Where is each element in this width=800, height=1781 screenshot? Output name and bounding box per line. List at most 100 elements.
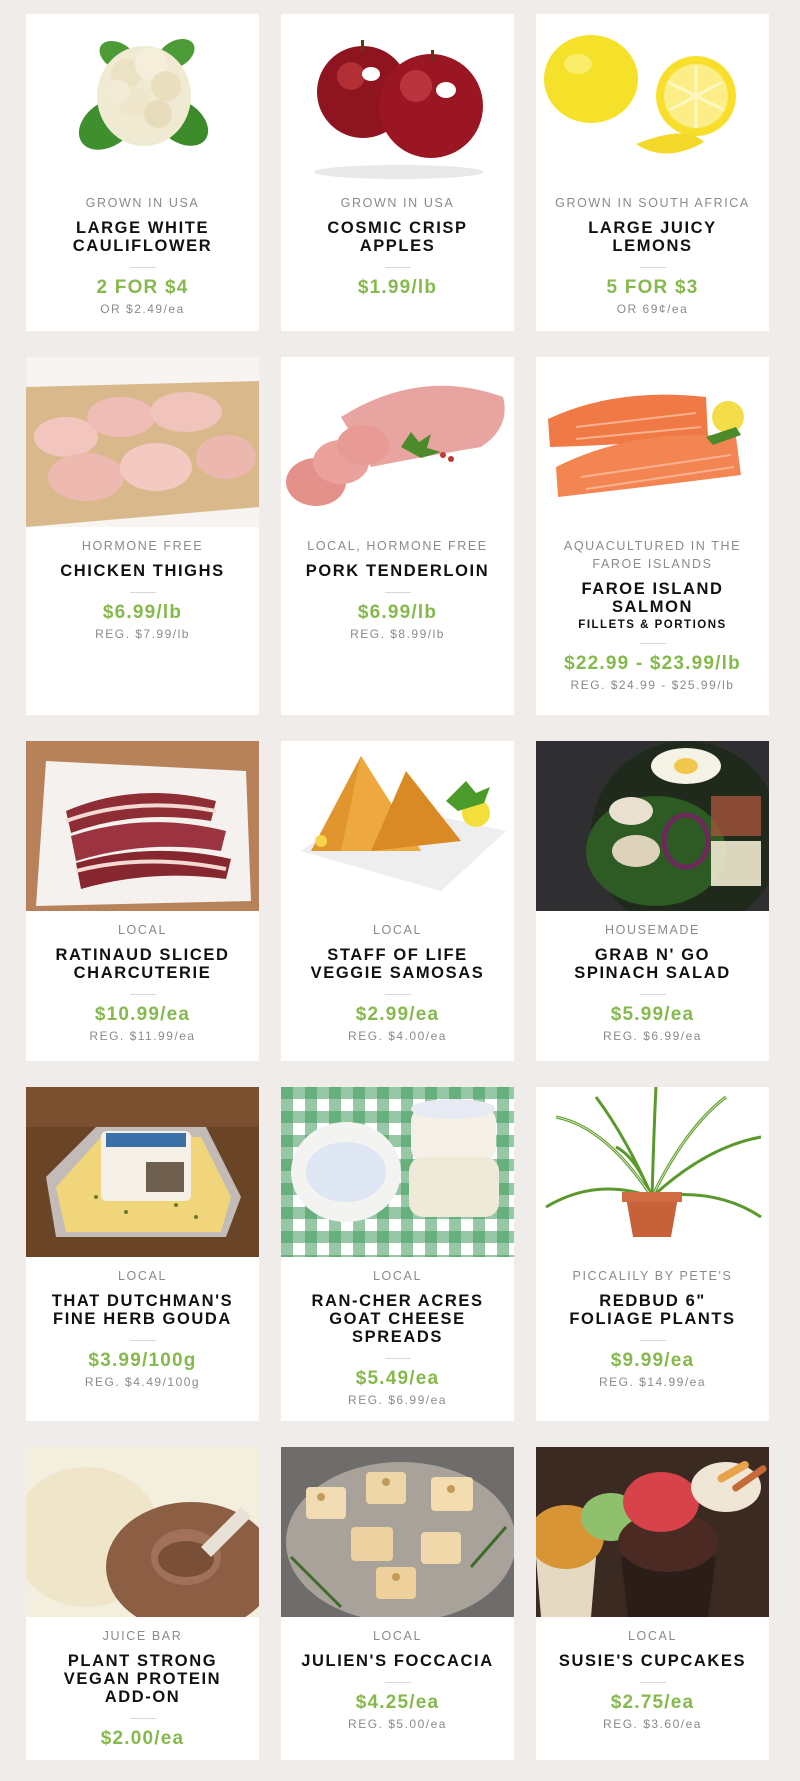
product-regular-price: REG. $4.00/ea [348,1029,447,1043]
product-price: $5.49/ea [355,1368,440,1389]
product-origin: LOCAL [628,1629,677,1643]
product-card[interactable]: LOCAL STAFF OF LIFE VEGGIE SAMOSAS $2.99… [281,741,514,1061]
product-price: $6.99/lb [357,602,438,623]
samosa-image [281,741,514,911]
divider [384,1358,411,1359]
product-origin: GROWN IN USA [85,196,200,210]
product-name: LARGE JUICY LEMONS [588,219,717,255]
product-card[interactable]: LOCAL SUSIE'S CUPCAKES $2.75/ea REG. $3.… [536,1447,769,1760]
divider [639,1340,666,1341]
product-origin: LOCAL [118,1269,167,1283]
product-name: GRAB N' GO SPINACH SALAD [574,946,731,982]
product-card[interactable]: AQUACULTURED IN THE FAROE ISLANDS FAROE … [536,357,769,715]
product-name: LARGE WHITE CAULIFLOWER [72,219,213,255]
salmon-image [536,357,769,527]
foccacia-image [281,1447,514,1617]
product-regular-price: REG. $5.00/ea [348,1717,447,1731]
product-name: RAN-CHER ACRES GOAT CHEESE SPREADS [311,1292,484,1346]
gouda-image [26,1087,259,1257]
plant-image [536,1087,769,1257]
divider [384,592,411,593]
product-price: $1.99/lb [357,277,438,298]
product-name: RATINAUD SLICED CHARCUTERIE [55,946,230,982]
product-origin: LOCAL [373,1629,422,1643]
product-price: $22.99 - $23.99/lb [564,653,741,674]
product-origin: AQUACULTURED IN THE FAROE ISLANDS [563,539,742,571]
product-regular-price: REG. $7.99/lb [95,627,190,641]
divider [639,994,666,995]
product-subname: FILLETS & PORTIONS [578,619,727,631]
product-name: REDBUD 6" FOLIAGE PLANTS [569,1292,736,1328]
product-regular-price: REG. $14.99/ea [598,1375,707,1389]
product-origin: JUICE BAR [102,1629,183,1643]
product-price: $6.99/lb [102,602,183,623]
product-origin: PICCALILY BY PETE'S [572,1269,733,1283]
divider [129,267,156,268]
charcuterie-image [26,741,259,911]
product-name: CHICKEN THIGHS [60,562,225,580]
product-origin: LOCAL, HORMONE FREE [307,539,488,553]
product-grid: GROWN IN USA LARGE WHITE CAULIFLOWER 2 F… [0,0,800,1781]
product-regular-price: REG. $11.99/ea [89,1029,196,1043]
product-name: PLANT STRONG VEGAN PROTEIN ADD-ON [63,1652,222,1706]
cupcakes-image [536,1447,769,1617]
product-card[interactable]: GROWN IN SOUTH AFRICA LARGE JUICY LEMONS… [536,14,769,331]
product-price: $9.99/ea [610,1350,695,1371]
product-price: 5 FOR $3 [606,277,699,298]
goat-cheese-image [281,1087,514,1257]
product-price: $4.25/ea [355,1692,440,1713]
product-name: COSMIC CRISP APPLES [327,219,468,255]
product-regular-price: REG. $24.99 - $25.99/lb [570,678,735,692]
product-card[interactable]: GROWN IN USA COSMIC CRISP APPLES $1.99/l… [281,14,514,331]
product-card[interactable]: JUICE BAR PLANT STRONG VEGAN PROTEIN ADD… [26,1447,259,1760]
product-origin: HOUSEMADE [605,923,700,937]
product-origin: GROWN IN SOUTH AFRICA [555,196,750,210]
product-regular-price: OR 69¢/ea [616,302,689,316]
product-regular-price: REG. $4.49/100g [84,1375,201,1389]
divider [384,267,411,268]
product-name: THAT DUTCHMAN'S FINE HERB GOUDA [51,1292,234,1328]
product-price: $10.99/ea [94,1004,191,1025]
divider [639,267,666,268]
product-origin: GROWN IN USA [340,196,455,210]
product-origin: LOCAL [373,1269,422,1283]
protein-powder-image [26,1447,259,1617]
product-name: SUSIE'S CUPCAKES [558,1652,747,1670]
divider [129,592,156,593]
product-price: $2.00/ea [100,1728,185,1749]
lemons-image [536,14,769,184]
product-card[interactable]: HOUSEMADE GRAB N' GO SPINACH SALAD $5.99… [536,741,769,1061]
divider [384,994,411,995]
pork-image [281,357,514,527]
product-name: FAROE ISLAND SALMON [581,580,724,616]
cauliflower-image [26,14,259,184]
divider [384,1682,411,1683]
product-origin: LOCAL [373,923,422,937]
divider [129,1340,156,1341]
product-price: $5.99/ea [610,1004,695,1025]
product-card[interactable]: LOCAL THAT DUTCHMAN'S FINE HERB GOUDA $3… [26,1087,259,1421]
product-card[interactable]: LOCAL RATINAUD SLICED CHARCUTERIE $10.99… [26,741,259,1061]
product-card[interactable]: GROWN IN USA LARGE WHITE CAULIFLOWER 2 F… [26,14,259,331]
product-card[interactable]: PICCALILY BY PETE'S REDBUD 6" FOLIAGE PL… [536,1087,769,1421]
divider [639,1682,666,1683]
product-name: JULIEN'S FOCCACIA [301,1652,494,1670]
divider [639,643,666,644]
product-card[interactable]: LOCAL JULIEN'S FOCCACIA $4.25/ea REG. $5… [281,1447,514,1760]
product-price: $2.75/ea [610,1692,695,1713]
product-name: STAFF OF LIFE VEGGIE SAMOSAS [310,946,485,982]
product-origin: LOCAL [118,923,167,937]
product-regular-price: REG. $8.99/lb [350,627,445,641]
product-origin: HORMONE FREE [81,539,204,553]
product-regular-price: REG. $6.99/ea [603,1029,702,1043]
product-regular-price: OR $2.49/ea [100,302,185,316]
apples-image [281,14,514,184]
divider [129,994,156,995]
product-card[interactable]: LOCAL RAN-CHER ACRES GOAT CHEESE SPREADS… [281,1087,514,1421]
product-card[interactable]: HORMONE FREE CHICKEN THIGHS $6.99/lb REG… [26,357,259,715]
divider [129,1718,156,1719]
product-price: $2.99/ea [355,1004,440,1025]
product-price: 2 FOR $4 [96,277,189,298]
product-regular-price: REG. $6.99/ea [348,1393,447,1407]
product-card[interactable]: LOCAL, HORMONE FREE PORK TENDERLOIN $6.9… [281,357,514,715]
